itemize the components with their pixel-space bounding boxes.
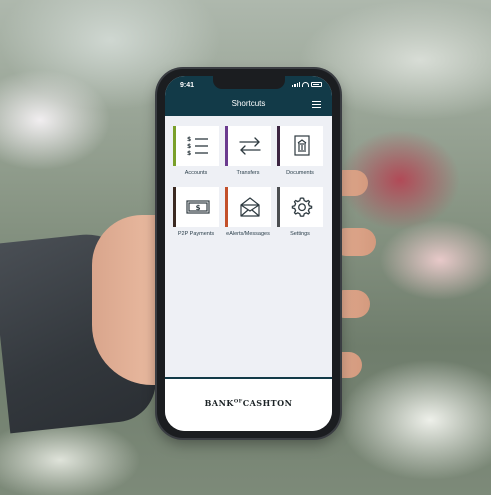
gear-icon — [291, 197, 312, 217]
page-title: Shortcuts — [231, 99, 266, 108]
tile-box — [277, 187, 323, 227]
shortcut-settings[interactable]: Settings — [277, 187, 323, 242]
phone-notch — [213, 76, 285, 89]
logo-text-right: CASHTON — [242, 398, 293, 408]
svg-text:$: $ — [195, 204, 200, 212]
shortcut-transfers[interactable]: Transfers — [225, 126, 271, 181]
tile-box — [225, 187, 271, 227]
logo-text-of: OF — [233, 398, 243, 405]
shortcut-grid: $ $ $ Accounts Transfers Documents $ P2P… — [173, 126, 325, 242]
accounts-list-icon: $$$ — [187, 136, 208, 157]
bank-logo: BANKOFCASHTON — [165, 398, 332, 408]
shortcut-ealerts-messages[interactable]: eAlerts/Messages — [225, 187, 271, 242]
status-time: 9:41 — [180, 82, 195, 89]
tile-label: eAlerts/Messages — [226, 231, 270, 237]
document-bank-icon — [293, 135, 310, 156]
cash-icon: $ — [185, 200, 210, 214]
app-footer: BANKOFCASHTON — [165, 377, 332, 431]
shortcut-documents[interactable]: Documents — [277, 126, 323, 181]
tile-label: P2P Payments — [177, 231, 215, 237]
signal-icon — [292, 81, 300, 87]
phone-screen: 9:41 Shortcuts $ $ $ Accounts Transfers … — [165, 76, 332, 431]
shortcut-p2p-payments[interactable]: $ P2P Payments — [173, 187, 219, 242]
wifi-icon — [302, 81, 309, 87]
tile-box: $ — [173, 187, 219, 227]
envelope-icon — [239, 197, 260, 217]
transfer-arrows-icon — [238, 137, 261, 155]
tile-box: $ $ $ — [173, 126, 219, 166]
svg-text:$: $ — [187, 150, 191, 157]
tile-box — [225, 126, 271, 166]
tile-label: Settings — [290, 231, 310, 237]
svg-text:$: $ — [187, 136, 191, 143]
tile-label: Transfers — [236, 170, 260, 176]
shortcut-accounts[interactable]: $ $ $ Accounts — [173, 126, 219, 181]
app-header: Shortcuts — [165, 94, 332, 116]
battery-icon — [311, 81, 322, 87]
tile-box — [277, 126, 323, 166]
logo-text-left: BANK — [204, 398, 234, 408]
status-bar: 9:41 — [165, 76, 332, 94]
tile-label: Accounts — [184, 170, 208, 176]
status-icons — [292, 81, 322, 87]
phone: 9:41 Shortcuts $ $ $ Accounts Transfers … — [157, 69, 340, 438]
tile-label: Documents — [286, 170, 314, 176]
hamburger-menu-icon[interactable] — [312, 101, 321, 109]
svg-text:$: $ — [187, 143, 191, 150]
